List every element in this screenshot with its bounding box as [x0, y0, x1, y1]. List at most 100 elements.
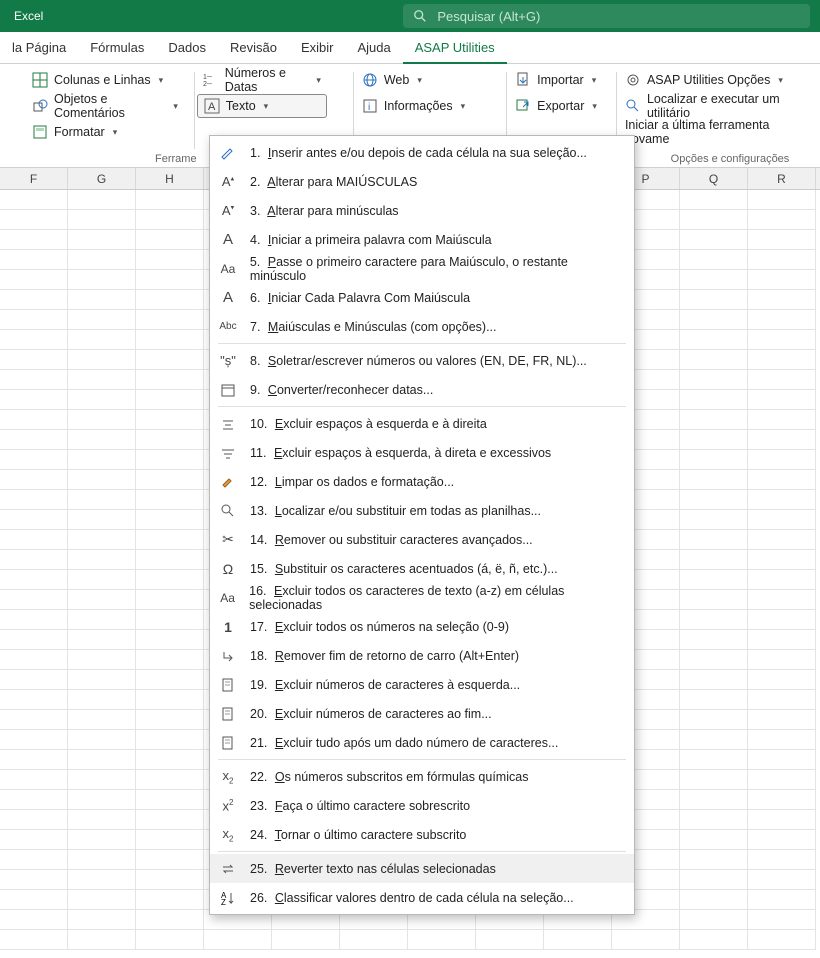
column-header[interactable]: R	[748, 168, 816, 189]
cell[interactable]	[272, 930, 340, 950]
cell[interactable]	[748, 850, 816, 870]
cell[interactable]	[0, 270, 68, 290]
cell[interactable]	[136, 430, 204, 450]
cell[interactable]	[680, 530, 748, 550]
cell[interactable]	[748, 870, 816, 890]
cell[interactable]	[68, 710, 136, 730]
cell[interactable]	[680, 450, 748, 470]
cell[interactable]	[68, 290, 136, 310]
cell[interactable]	[136, 850, 204, 870]
cell[interactable]	[0, 470, 68, 490]
cell[interactable]	[0, 190, 68, 210]
cell[interactable]	[680, 650, 748, 670]
menu-item[interactable]: x223. Faça o último caractere sobrescrit…	[210, 791, 634, 820]
cell[interactable]	[68, 410, 136, 430]
cell[interactable]	[680, 710, 748, 730]
cell[interactable]	[748, 530, 816, 550]
cell[interactable]	[748, 550, 816, 570]
column-header[interactable]: H	[136, 168, 204, 189]
cell[interactable]	[68, 910, 136, 930]
cell[interactable]	[748, 290, 816, 310]
cell[interactable]	[136, 830, 204, 850]
cell[interactable]	[680, 350, 748, 370]
cell[interactable]	[680, 290, 748, 310]
menu-item[interactable]: Ω15. Substituir os caracteres acentuados…	[210, 554, 634, 583]
cell[interactable]	[136, 390, 204, 410]
cell[interactable]	[0, 390, 68, 410]
cell[interactable]	[680, 890, 748, 910]
cell[interactable]	[748, 310, 816, 330]
cell[interactable]	[680, 410, 748, 430]
column-header[interactable]: G	[68, 168, 136, 189]
cell[interactable]	[0, 590, 68, 610]
cell[interactable]	[136, 930, 204, 950]
cell[interactable]	[68, 190, 136, 210]
cell[interactable]	[0, 870, 68, 890]
cell[interactable]	[136, 270, 204, 290]
cell[interactable]	[68, 670, 136, 690]
cell[interactable]	[136, 230, 204, 250]
cell[interactable]	[136, 630, 204, 650]
cell[interactable]	[748, 930, 816, 950]
column-header[interactable]: Q	[680, 168, 748, 189]
cell[interactable]	[136, 730, 204, 750]
cell[interactable]	[0, 850, 68, 870]
cell[interactable]	[748, 750, 816, 770]
cell[interactable]	[748, 890, 816, 910]
cell[interactable]	[0, 330, 68, 350]
cell[interactable]	[68, 750, 136, 770]
menu-item[interactable]: 21. Excluir tudo após um dado número de …	[210, 728, 634, 757]
cell[interactable]	[136, 710, 204, 730]
cell[interactable]	[0, 250, 68, 270]
cell[interactable]	[748, 590, 816, 610]
cell[interactable]	[68, 870, 136, 890]
menu-item[interactable]: A▾3. Alterar para minúsculas	[210, 196, 634, 225]
cell[interactable]	[680, 210, 748, 230]
numeros-datas-button[interactable]: 1─2─Números e Datas▾	[197, 68, 327, 92]
cell[interactable]	[0, 810, 68, 830]
tab-fórmulas[interactable]: Fórmulas	[78, 32, 156, 64]
cell[interactable]	[0, 530, 68, 550]
cell[interactable]	[68, 930, 136, 950]
informacoes-button[interactable]: iInformações▾	[356, 94, 460, 118]
cell[interactable]	[0, 510, 68, 530]
cell[interactable]	[0, 310, 68, 330]
tab-revisão[interactable]: Revisão	[218, 32, 289, 64]
menu-item[interactable]: 11. Excluir espaços à esquerda, à direta…	[210, 438, 634, 467]
texto-button[interactable]: ATexto▾	[197, 94, 327, 118]
menu-item[interactable]: 25. Reverter texto nas células seleciona…	[210, 854, 634, 883]
cell[interactable]	[68, 210, 136, 230]
cell[interactable]	[680, 730, 748, 750]
tab-asap-utilities[interactable]: ASAP Utilities	[403, 32, 507, 64]
menu-item[interactable]: "ș"8. Soletrar/escrever números ou valor…	[210, 346, 634, 375]
cell[interactable]	[0, 670, 68, 690]
tab-dados[interactable]: Dados	[156, 32, 218, 64]
cell[interactable]	[748, 350, 816, 370]
cell[interactable]	[476, 930, 544, 950]
cell[interactable]	[204, 930, 272, 950]
cell[interactable]	[68, 610, 136, 630]
cell[interactable]	[680, 670, 748, 690]
cell[interactable]	[68, 250, 136, 270]
cell[interactable]	[748, 650, 816, 670]
cell[interactable]	[0, 770, 68, 790]
asap-opcoes-button[interactable]: ASAP Utilities Opções▾	[619, 68, 812, 92]
cell[interactable]	[68, 350, 136, 370]
cell[interactable]	[680, 610, 748, 630]
cell[interactable]	[748, 470, 816, 490]
cell[interactable]	[748, 730, 816, 750]
cell[interactable]	[68, 730, 136, 750]
spreadsheet-grid[interactable]: FGHPQR 1. Inserir antes e/ou depois de c…	[0, 168, 820, 958]
cell[interactable]	[68, 390, 136, 410]
cell[interactable]	[408, 930, 476, 950]
cell[interactable]	[0, 370, 68, 390]
cell[interactable]	[748, 510, 816, 530]
cell[interactable]	[748, 830, 816, 850]
cell[interactable]	[748, 670, 816, 690]
cell[interactable]	[68, 430, 136, 450]
cell[interactable]	[0, 290, 68, 310]
cell[interactable]	[68, 630, 136, 650]
cell[interactable]	[0, 610, 68, 630]
cell[interactable]	[136, 870, 204, 890]
cell[interactable]	[680, 310, 748, 330]
